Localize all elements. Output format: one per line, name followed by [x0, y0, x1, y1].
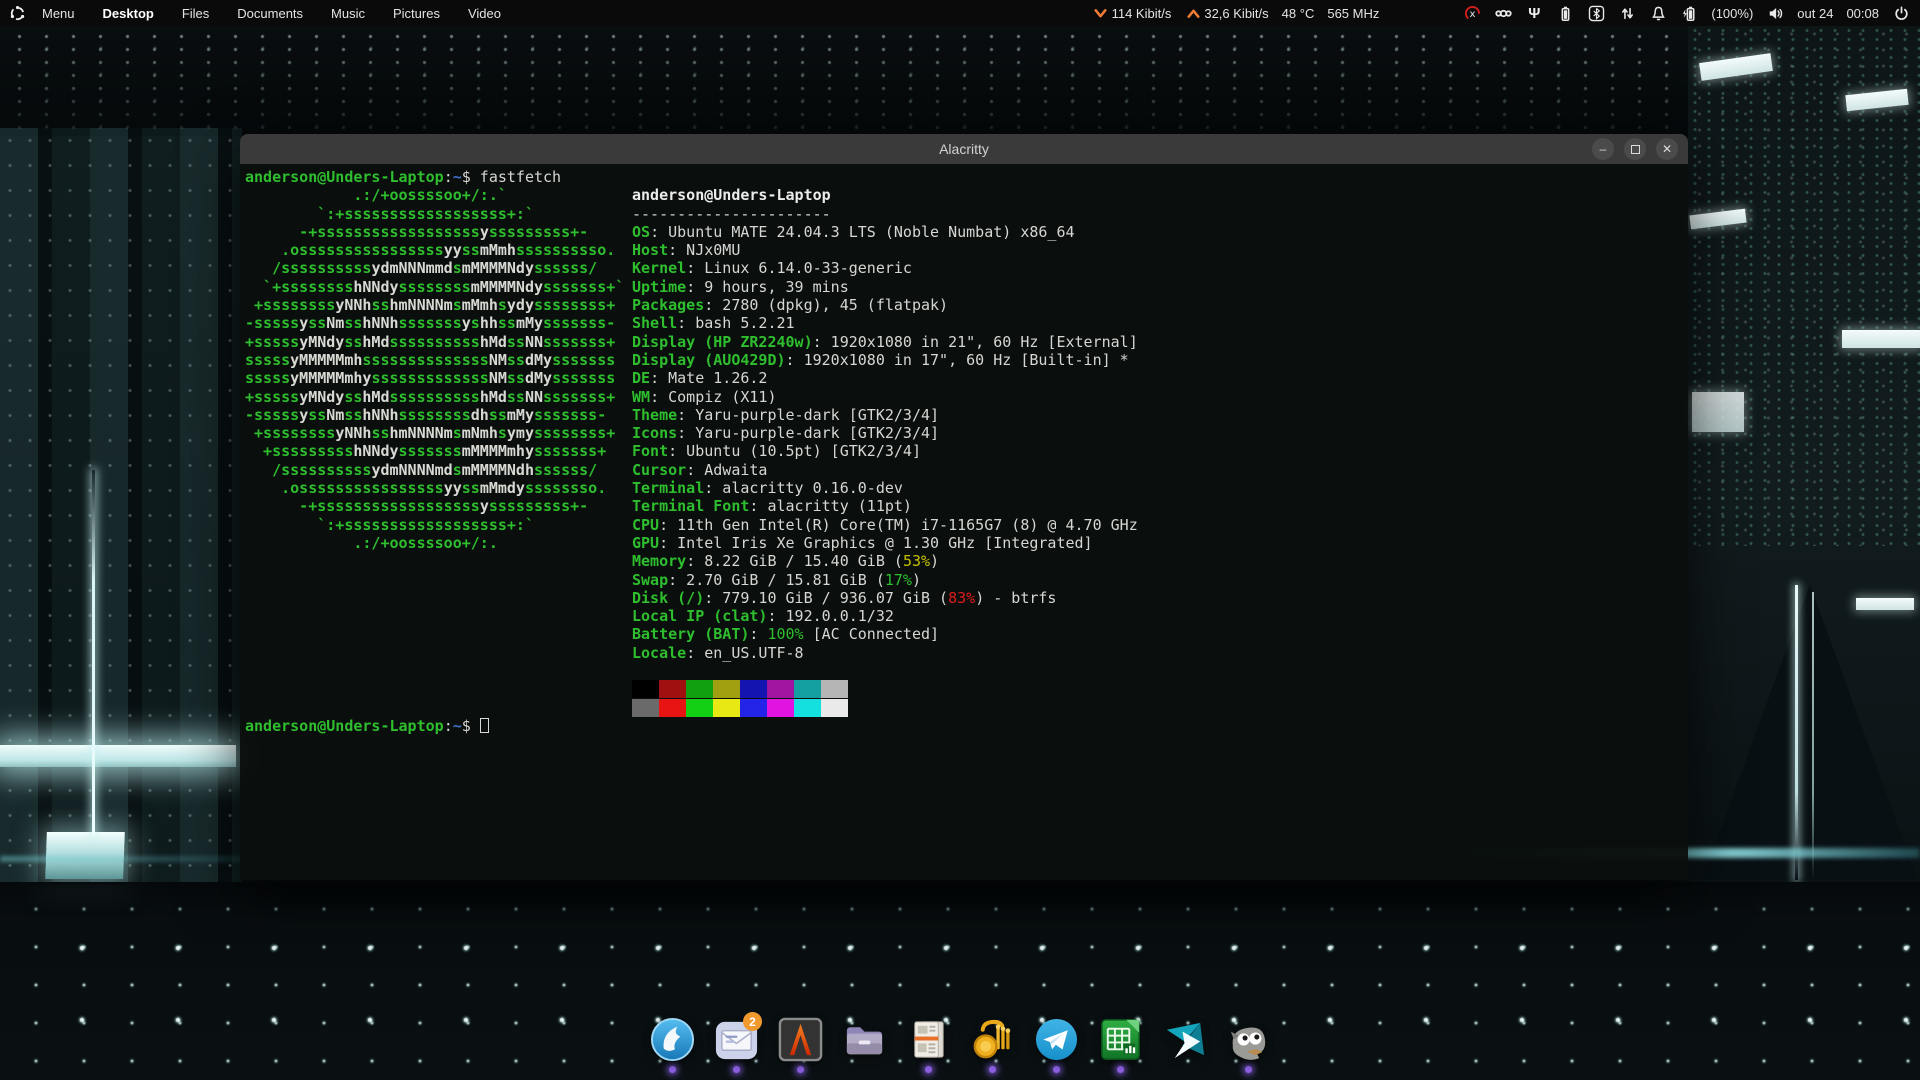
dock: 2: [0, 1016, 1920, 1074]
maximize-glyph: [1631, 145, 1640, 154]
wallpaper-light-box: [45, 832, 125, 879]
dock-item-gimp[interactable]: [1224, 1016, 1272, 1074]
sync-arrows-icon[interactable]: [1618, 4, 1636, 22]
system-info-column: anderson@Unders-Laptop------------------…: [632, 186, 1138, 717]
volume-icon[interactable]: [1766, 4, 1784, 22]
media-app-icon: [1161, 1016, 1208, 1063]
dock-item-caja[interactable]: [840, 1016, 888, 1074]
wallpaper-light-line: [1795, 585, 1798, 880]
dock-item-news[interactable]: [904, 1016, 952, 1074]
clock-time[interactable]: 00:08: [1846, 6, 1879, 21]
panel-menu-documents[interactable]: Documents: [225, 2, 315, 25]
running-indicator: [733, 1066, 740, 1073]
running-indicator: [1245, 1066, 1252, 1073]
wallpaper-ceiling-fade: [0, 26, 1920, 136]
librewolf-browser-icon: [649, 1016, 696, 1063]
ubuntu-mate-menu-icon[interactable]: [8, 4, 26, 22]
upload-arrow-icon: [1184, 4, 1202, 22]
download-arrow-icon: [1092, 4, 1110, 22]
wallpaper-billboard: [1856, 598, 1914, 610]
wallpaper-light-bar: [0, 745, 236, 767]
panel-menu-video[interactable]: Video: [456, 2, 513, 25]
battery-percent[interactable]: (100%): [1711, 6, 1753, 21]
battery-charging-icon[interactable]: [1680, 4, 1698, 22]
wallpaper-cyan-streak: [0, 856, 242, 862]
net-monitor-download[interactable]: 114 Kibit/s: [1092, 4, 1172, 22]
trident-icon[interactable]: Ψ: [1525, 4, 1543, 22]
alacritty-terminal-icon: [777, 1016, 824, 1063]
dock-item-gnumeric[interactable]: [1096, 1016, 1144, 1074]
news-reader-icon: [905, 1016, 952, 1063]
file-manager-icon: [841, 1016, 888, 1063]
wallpaper-billboard: [1845, 89, 1908, 111]
window-title: Alacritty: [240, 141, 1688, 157]
ubuntu-ascii-logo: .:/+oossssoo+/:.` `:+ssssssssssssssssss+…: [245, 186, 632, 717]
wallpaper-right-zone: [1688, 26, 1920, 882]
maximize-button[interactable]: [1624, 138, 1646, 160]
spreadsheet-icon: [1097, 1016, 1144, 1063]
wallpaper-billboard: [1790, 702, 1844, 714]
wallpaper-billboard: [1689, 209, 1746, 230]
terminal-cursor: [480, 718, 489, 733]
net-down-value: 114 Kibit/s: [1112, 6, 1172, 21]
dock-item-mail[interactable]: 2: [712, 1016, 760, 1074]
battery-icon[interactable]: [1556, 4, 1574, 22]
wallpaper-billboard: [1699, 53, 1773, 81]
prompt-line-2: anderson@Unders-Laptop:~$: [245, 717, 1688, 735]
running-indicator: [1053, 1066, 1060, 1073]
close-button[interactable]: ✕: [1656, 138, 1678, 160]
dock-item-tuba[interactable]: [968, 1016, 1016, 1074]
wallpaper-floor-fade: [0, 882, 1920, 922]
wallpaper-light-line: [92, 470, 95, 836]
panel-menu[interactable]: Menu: [30, 2, 87, 25]
wallpaper-left-pillars: [0, 128, 242, 882]
cpu-frequency-readout[interactable]: 565 MHz: [1327, 6, 1379, 21]
gimp-icon: [1225, 1016, 1272, 1063]
wallpaper-billboard: [1692, 392, 1744, 432]
panel-menu-music[interactable]: Music: [319, 2, 377, 25]
temperature-readout[interactable]: 48 °C: [1282, 6, 1315, 21]
wallpaper-pyramid: [1702, 585, 1918, 880]
running-indicator: [925, 1066, 932, 1073]
screen-recorder-icon[interactable]: x: [1463, 4, 1481, 22]
wallpaper-billboard: [1842, 330, 1920, 348]
wallpaper-light-line: [1812, 592, 1814, 880]
system-info-lines: anderson@Unders-Laptop------------------…: [632, 186, 1138, 662]
prompt-line: anderson@Unders-Laptop:~$ fastfetch: [245, 168, 1688, 186]
terminal-content[interactable]: anderson@Unders-Laptop:~$ fastfetch .:/+…: [240, 164, 1688, 880]
wallpaper-right-noise: [1688, 26, 1920, 546]
net-monitor-upload[interactable]: 32,6 Kibit/s: [1184, 4, 1268, 22]
wallpaper-ceiling-lights: [0, 26, 1920, 130]
running-indicator: [797, 1066, 804, 1073]
dock-item-alacritty[interactable]: [776, 1016, 824, 1074]
running-indicator: [669, 1066, 676, 1073]
terminal-color-palette: [632, 680, 1138, 717]
dock-item-telegram[interactable]: [1032, 1016, 1080, 1074]
link-chain-icon[interactable]: [1494, 4, 1512, 22]
svg-text:x: x: [1469, 9, 1475, 20]
dock-item-librewolf[interactable]: [648, 1016, 696, 1074]
panel-menu-desktop[interactable]: Desktop: [91, 2, 166, 25]
fastfetch-output: .:/+oossssoo+/:.` `:+ssssssssssssssssss+…: [245, 186, 1688, 717]
notification-bell-icon[interactable]: [1649, 4, 1667, 22]
power-icon[interactable]: [1892, 4, 1910, 22]
unread-count-badge: 2: [743, 1012, 762, 1031]
net-up-value: 32,6 Kibit/s: [1204, 6, 1268, 21]
window-titlebar[interactable]: Alacritty – ✕: [240, 134, 1688, 164]
minimize-button[interactable]: –: [1592, 138, 1614, 160]
running-indicator: [989, 1066, 996, 1073]
running-indicator: [1117, 1066, 1124, 1073]
telegram-icon: [1033, 1016, 1080, 1063]
dock-item-media-app[interactable]: [1160, 1016, 1208, 1074]
panel-menu-pictures[interactable]: Pictures: [381, 2, 452, 25]
top-panel: Menu Desktop Files Documents Music Pictu…: [0, 0, 1920, 26]
tuba-app-icon: [969, 1016, 1016, 1063]
alacritty-window: Alacritty – ✕ anderson@Unders-Laptop:~$ …: [240, 134, 1688, 880]
panel-menu-files[interactable]: Files: [170, 2, 221, 25]
clock-date[interactable]: out 24: [1797, 6, 1833, 21]
bluetooth-icon[interactable]: [1587, 4, 1605, 22]
